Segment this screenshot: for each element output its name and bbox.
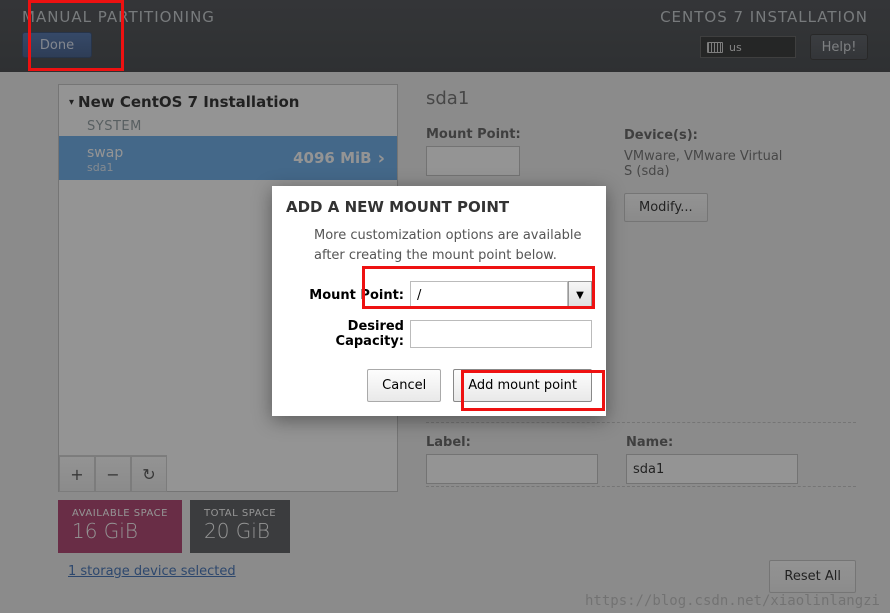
dialog-mount-label: Mount Point:	[286, 288, 404, 303]
add-mount-point-dialog: ADD A NEW MOUNT POINT More customization…	[272, 186, 606, 416]
dialog-capacity-label: Desired Capacity:	[286, 319, 404, 349]
dialog-mount-row: Mount Point: ▼	[286, 281, 592, 309]
dialog-description: More customization options are available…	[314, 226, 592, 265]
dialog-buttons: Cancel Add mount point	[286, 369, 592, 402]
dialog-capacity-row: Desired Capacity:	[286, 319, 592, 349]
mount-point-combo: ▼	[410, 281, 592, 309]
add-mount-point-button[interactable]: Add mount point	[453, 369, 592, 402]
dialog-capacity-input[interactable]	[410, 320, 592, 348]
cancel-button[interactable]: Cancel	[367, 369, 441, 402]
dialog-mount-input[interactable]	[410, 281, 568, 309]
mount-point-dropdown-button[interactable]: ▼	[568, 281, 592, 309]
watermark: https://blog.csdn.net/xiaolinlangzi	[585, 593, 880, 609]
dialog-title: ADD A NEW MOUNT POINT	[286, 198, 592, 216]
